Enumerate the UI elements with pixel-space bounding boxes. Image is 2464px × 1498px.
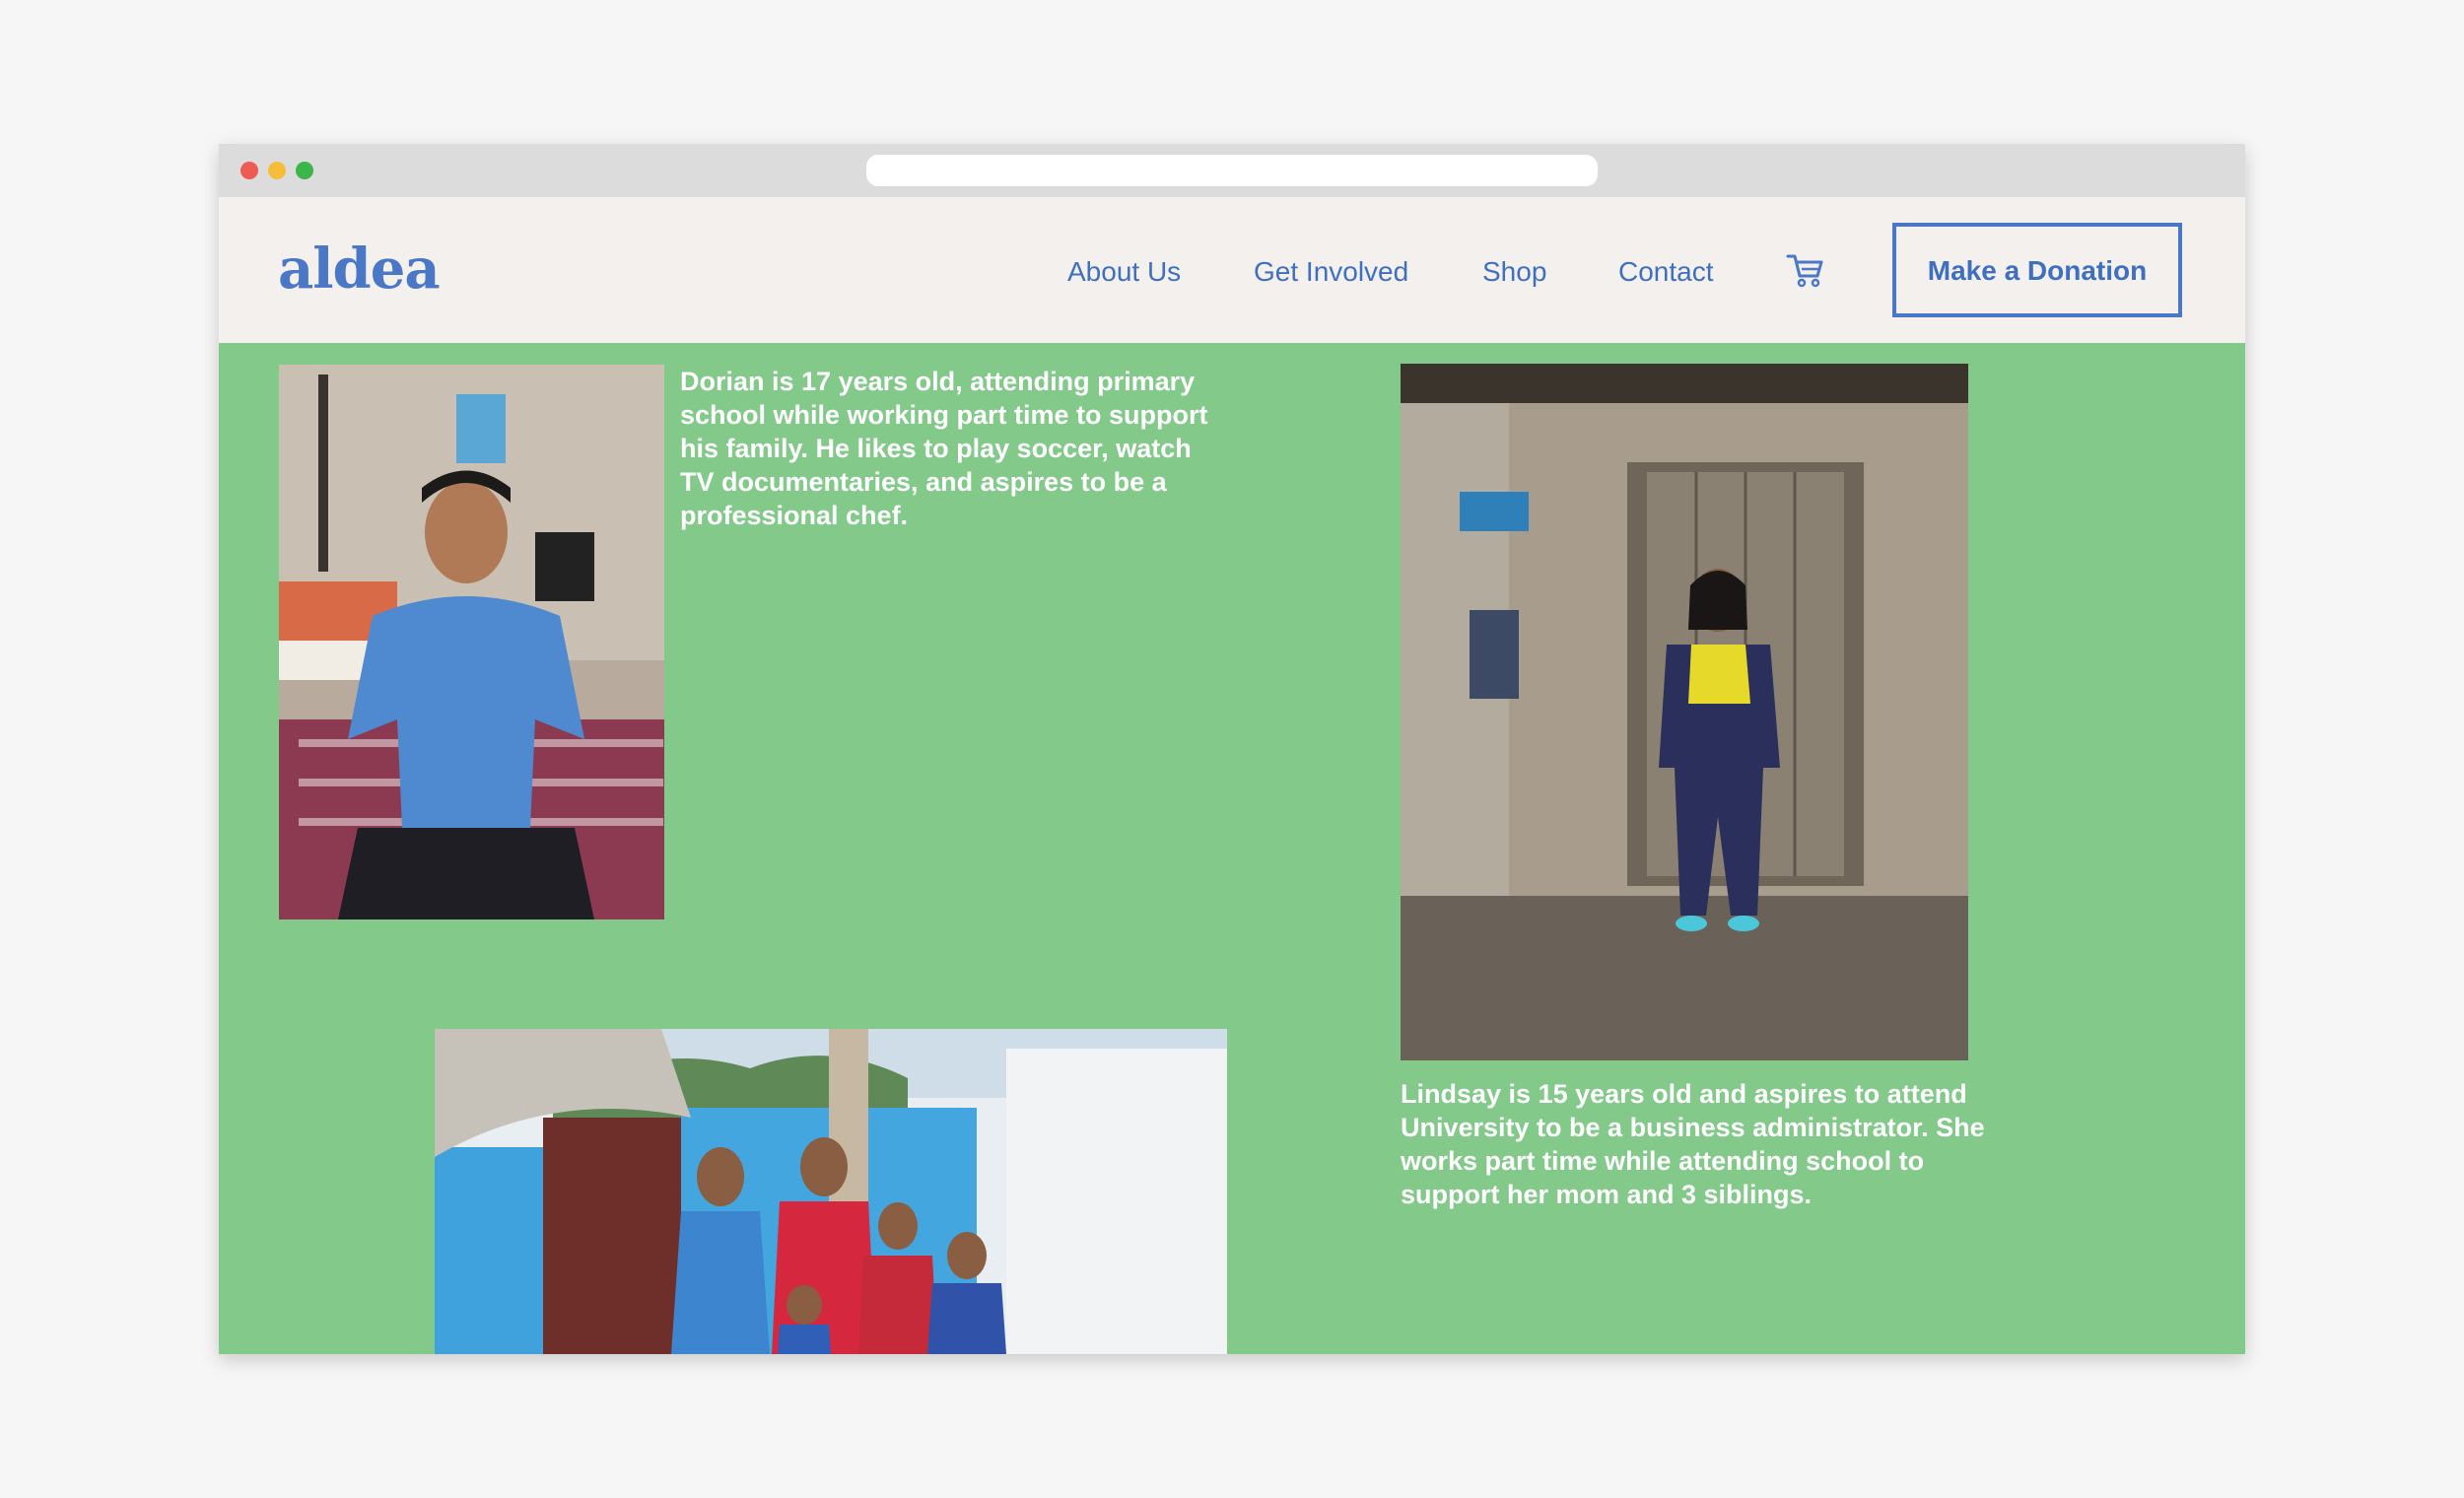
site-logo[interactable]: aldea bbox=[278, 237, 441, 302]
make-donation-button[interactable]: Make a Donation bbox=[1892, 223, 2182, 317]
lindsay-photo bbox=[1401, 364, 1968, 1060]
close-window-button[interactable] bbox=[240, 162, 258, 179]
nav-contact[interactable]: Contact bbox=[1618, 256, 1714, 288]
nav-shop[interactable]: Shop bbox=[1482, 256, 1546, 288]
browser-titlebar bbox=[219, 144, 2245, 197]
cart-icon[interactable] bbox=[1786, 252, 1825, 288]
lindsay-caption: Lindsay is 15 years old and aspires to a… bbox=[1401, 1079, 1985, 1209]
family-photo bbox=[435, 1029, 1227, 1354]
site-header: aldea About Us Get Involved Shop Contact… bbox=[219, 197, 2245, 343]
minimize-window-button[interactable] bbox=[268, 162, 286, 179]
browser-window: aldea About Us Get Involved Shop Contact… bbox=[219, 144, 2245, 1354]
dorian-caption: Dorian is 17 years old, attending primar… bbox=[680, 367, 1208, 530]
nav-get-involved[interactable]: Get Involved bbox=[1254, 256, 1408, 288]
dorian-photo bbox=[279, 365, 664, 919]
nav-about-us[interactable]: About Us bbox=[1067, 256, 1181, 288]
maximize-window-button[interactable] bbox=[296, 162, 313, 179]
address-bar[interactable] bbox=[866, 155, 1598, 186]
